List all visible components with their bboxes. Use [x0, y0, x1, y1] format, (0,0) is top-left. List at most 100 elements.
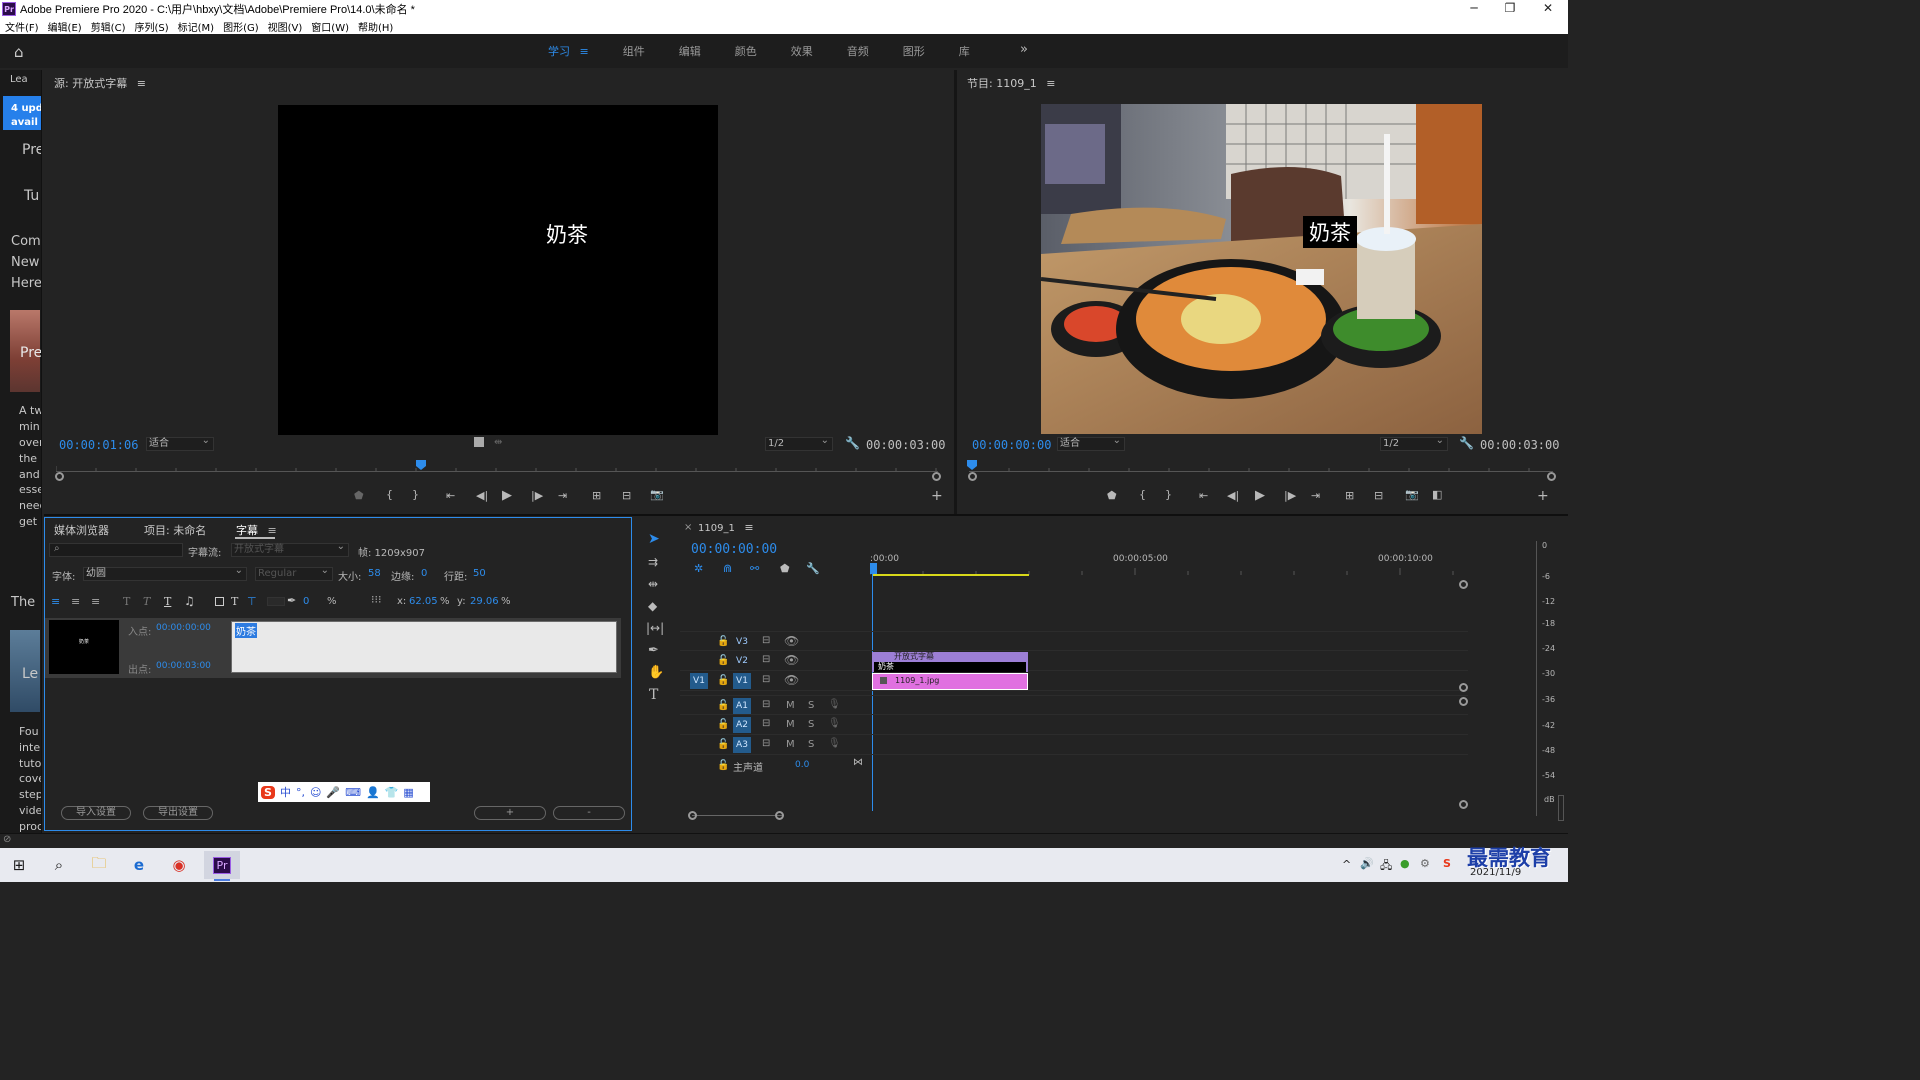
panel-menu-icon[interactable]: ≡: [137, 77, 146, 90]
sequence-tab[interactable]: 1109_1 ≡: [698, 521, 754, 534]
camera-icon[interactable]: 📷: [1405, 488, 1419, 501]
source-resolution-select[interactable]: 1/2: [765, 435, 833, 451]
x-position-value[interactable]: 62.05: [409, 596, 438, 607]
font-style-select[interactable]: Regular: [255, 565, 333, 581]
ime-user-icon[interactable]: 👤: [366, 786, 380, 799]
timeline-playhead-timecode[interactable]: 00:00:00:00: [691, 542, 777, 557]
image-clip[interactable]: 1109_1.jpg: [872, 673, 1028, 690]
underline-icon[interactable]: T: [164, 595, 171, 608]
menu-view[interactable]: 视图(V): [268, 19, 303, 34]
program-monitor-title[interactable]: 节目: 1109_1 ≡: [967, 75, 1055, 91]
eye-icon[interactable]: 👁: [784, 653, 799, 667]
track-label-a3[interactable]: A3: [733, 737, 751, 753]
pen-tool-icon[interactable]: ✒: [648, 643, 659, 658]
align-right-icon[interactable]: ≡: [91, 595, 100, 608]
solo-button[interactable]: S: [808, 739, 814, 750]
step-back-icon[interactable]: ◀|: [1227, 489, 1239, 502]
mark-in-icon[interactable]: {: [1139, 488, 1146, 501]
program-resolution-select[interactable]: 1/2: [1380, 435, 1448, 451]
camera-icon[interactable]: 📷: [650, 488, 664, 501]
ime-punctuation[interactable]: °,: [296, 786, 305, 799]
caption-clip-text-row[interactable]: 奶茶: [872, 662, 1028, 672]
track-label-a2[interactable]: A2: [733, 717, 751, 733]
ime-toolbar[interactable]: S 中 °, ☺ 🎤 ⌨ 👤 👕 ▦: [258, 782, 430, 802]
italic-icon[interactable]: T: [143, 595, 150, 608]
workspace-tab-libraries[interactable]: 库: [959, 43, 970, 59]
workspace-tab-color[interactable]: 颜色: [735, 43, 757, 59]
program-time-ruler[interactable]: [967, 460, 1553, 472]
status-icon[interactable]: ⊘: [3, 834, 11, 845]
workspace-tab-effects[interactable]: 效果: [791, 43, 813, 59]
go-to-in-icon[interactable]: ⇤: [1199, 489, 1208, 502]
track-v1[interactable]: V1 🔓 V1 ⊟ 👁: [680, 671, 1468, 691]
menu-markers[interactable]: 标记(M): [178, 19, 214, 34]
track-label-v1[interactable]: V1: [733, 673, 751, 689]
solo-button[interactable]: S: [808, 719, 814, 730]
program-playhead-timecode[interactable]: 00:00:00:00: [972, 438, 1051, 452]
play-icon[interactable]: ▶: [502, 488, 512, 503]
learn-tab[interactable]: Lea: [10, 74, 28, 85]
program-zoom-select[interactable]: 适合: [1057, 435, 1125, 451]
nest-icon[interactable]: ✲: [694, 562, 703, 575]
menu-graphics[interactable]: 图形(G): [223, 19, 259, 34]
background-color-icon[interactable]: [215, 597, 224, 606]
menu-clip[interactable]: 剪辑(C): [91, 19, 126, 34]
track-v2[interactable]: 🔓 V2 ⊟ 👁: [680, 651, 1468, 671]
volume-icon[interactable]: 🔊: [1360, 857, 1374, 870]
opacity-value[interactable]: 0: [303, 596, 309, 607]
sync-lock-icon[interactable]: ⊟: [762, 699, 770, 710]
lock-icon[interactable]: 🔓: [717, 655, 729, 666]
workspace-more-icon[interactable]: »: [1020, 42, 1028, 57]
mark-in-icon[interactable]: {: [386, 488, 393, 501]
hand-tool-icon[interactable]: ✋: [648, 665, 664, 680]
lock-icon[interactable]: 🔓: [717, 739, 729, 750]
lock-icon[interactable]: 🔓: [717, 700, 729, 711]
sync-lock-icon[interactable]: ⊟: [762, 635, 770, 646]
slip-tool-icon[interactable]: |↔|: [646, 621, 664, 635]
source-zoom-handle-right[interactable]: [932, 472, 941, 481]
track-label-v2[interactable]: V2: [733, 653, 751, 669]
sogou-logo-icon[interactable]: S: [261, 785, 275, 799]
source-monitor-title[interactable]: 源: 开放式字幕 ≡: [54, 75, 146, 91]
play-icon[interactable]: ▶: [1255, 488, 1265, 503]
ime-chinese-mode[interactable]: 中: [280, 784, 291, 800]
add-caption-button[interactable]: +: [474, 806, 546, 820]
ime-skin-icon[interactable]: 👕: [385, 786, 399, 799]
ime-emoji-icon[interactable]: ☺: [310, 786, 321, 799]
horizontal-scroll-handle[interactable]: [775, 811, 784, 820]
track-a1[interactable]: 🔓 A1 ⊟ M S 🎙: [680, 695, 1468, 715]
text-color-icon[interactable]: T: [231, 595, 238, 608]
eye-icon[interactable]: 👁: [784, 673, 799, 687]
sync-lock-icon[interactable]: ⊟: [762, 738, 770, 749]
wrench-icon[interactable]: 🔧: [845, 436, 860, 450]
add-marker-icon[interactable]: ⬟: [780, 562, 790, 575]
ime-voice-icon[interactable]: 🎤: [326, 786, 340, 799]
search-icon[interactable]: ⌕: [46, 853, 72, 877]
ime-toolbox-icon[interactable]: ▦: [403, 786, 413, 799]
windows-start-icon[interactable]: ⊞: [6, 853, 32, 877]
music-note-icon[interactable]: ♫: [184, 594, 195, 608]
bold-icon[interactable]: T: [123, 595, 130, 608]
position-grid-icon[interactable]: ⁝⁝⁝: [371, 593, 382, 606]
workspace-tab-audio[interactable]: 音频: [847, 43, 869, 59]
align-center-icon[interactable]: ≡: [71, 595, 80, 608]
source-playhead-timecode[interactable]: 00:00:01:06: [59, 438, 138, 452]
lock-icon[interactable]: 🔓: [717, 719, 729, 730]
vertical-scroll-handle[interactable]: [1459, 697, 1468, 706]
program-video-frame[interactable]: [1041, 104, 1482, 434]
export-settings-button[interactable]: 导出设置: [143, 806, 213, 820]
mark-out-icon[interactable]: }: [1165, 488, 1172, 501]
track-a3[interactable]: 🔓 A3 ⊟ M S 🎙: [680, 735, 1468, 755]
master-volume-value[interactable]: 0.0: [795, 760, 809, 770]
remove-caption-button[interactable]: -: [553, 806, 625, 820]
font-size-value[interactable]: 58: [368, 568, 381, 579]
program-caption-text[interactable]: 奶茶: [1303, 216, 1357, 248]
source-zoom-select[interactable]: 适合: [146, 435, 214, 451]
maximize-button[interactable]: ❐: [1492, 0, 1528, 18]
marker-icon[interactable]: ⬟: [1107, 489, 1117, 502]
solo-button[interactable]: S: [808, 700, 814, 711]
premiere-taskbar-button[interactable]: Pr: [204, 851, 240, 879]
track-label-v3[interactable]: V3: [733, 634, 751, 650]
microphone-icon[interactable]: 🎙: [828, 699, 841, 710]
menu-help[interactable]: 帮助(H): [358, 19, 393, 34]
